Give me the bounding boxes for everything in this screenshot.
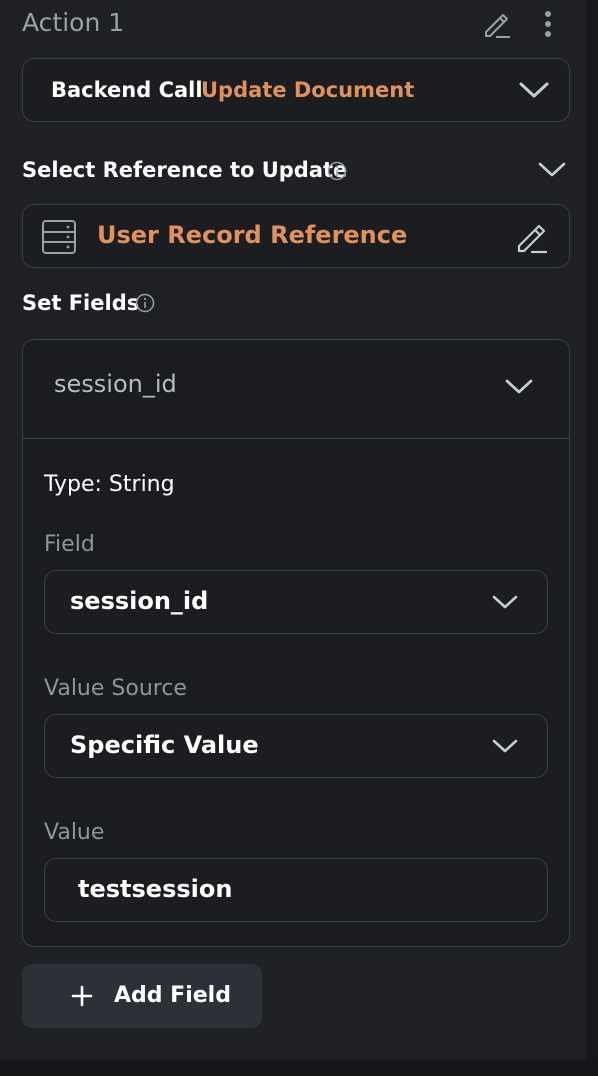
- chevron-down-icon[interactable]: [504, 376, 534, 398]
- more-vertical-icon[interactable]: [538, 10, 558, 38]
- add-field-label: Add Field: [114, 983, 231, 1008]
- chevron-down-icon: [519, 82, 549, 98]
- field-card: session_id Type: String Field session_id…: [22, 339, 570, 947]
- action-type-value: Update Document: [201, 78, 415, 102]
- reference-collapse-chevron-icon[interactable]: [537, 160, 567, 180]
- plus-icon: [71, 985, 93, 1007]
- value-input[interactable]: testsession: [44, 858, 548, 922]
- value-input-text: testsession: [78, 875, 233, 903]
- chevron-down-icon: [492, 739, 518, 753]
- add-field-button[interactable]: Add Field: [22, 964, 262, 1028]
- bottom-divider: [0, 1060, 598, 1076]
- edit-pencil-icon[interactable]: [480, 8, 512, 40]
- reference-selector[interactable]: User Record Reference: [22, 204, 570, 268]
- scrollbar[interactable]: [586, 0, 598, 1060]
- set-fields-label: Set Fields: [22, 291, 140, 315]
- field-label: Field: [44, 532, 95, 557]
- field-dropdown[interactable]: session_id: [44, 570, 548, 634]
- value-source-dropdown-value: Specific Value: [70, 731, 259, 759]
- database-icon: [42, 220, 76, 254]
- action-type-dropdown[interactable]: Backend Call Update Document: [22, 58, 570, 122]
- select-reference-label: Select Reference to Update: [22, 158, 348, 182]
- value-source-label: Value Source: [44, 676, 187, 701]
- action-panel: Action 1 Backend Call Update Document Se…: [0, 0, 586, 1060]
- info-icon[interactable]: [135, 293, 155, 313]
- field-card-header[interactable]: session_id: [23, 340, 569, 439]
- field-dropdown-value: session_id: [70, 587, 209, 615]
- chevron-down-icon: [492, 595, 518, 609]
- value-label: Value: [44, 820, 105, 845]
- field-card-title: session_id: [54, 370, 177, 398]
- action-type-label: Backend Call: [51, 78, 203, 102]
- info-icon[interactable]: [327, 161, 347, 181]
- value-source-dropdown[interactable]: Specific Value: [44, 714, 548, 778]
- edit-reference-icon[interactable]: [513, 219, 549, 255]
- reference-value: User Record Reference: [97, 221, 408, 249]
- field-type-text: Type: String: [44, 472, 175, 497]
- action-title: Action 1: [22, 8, 125, 37]
